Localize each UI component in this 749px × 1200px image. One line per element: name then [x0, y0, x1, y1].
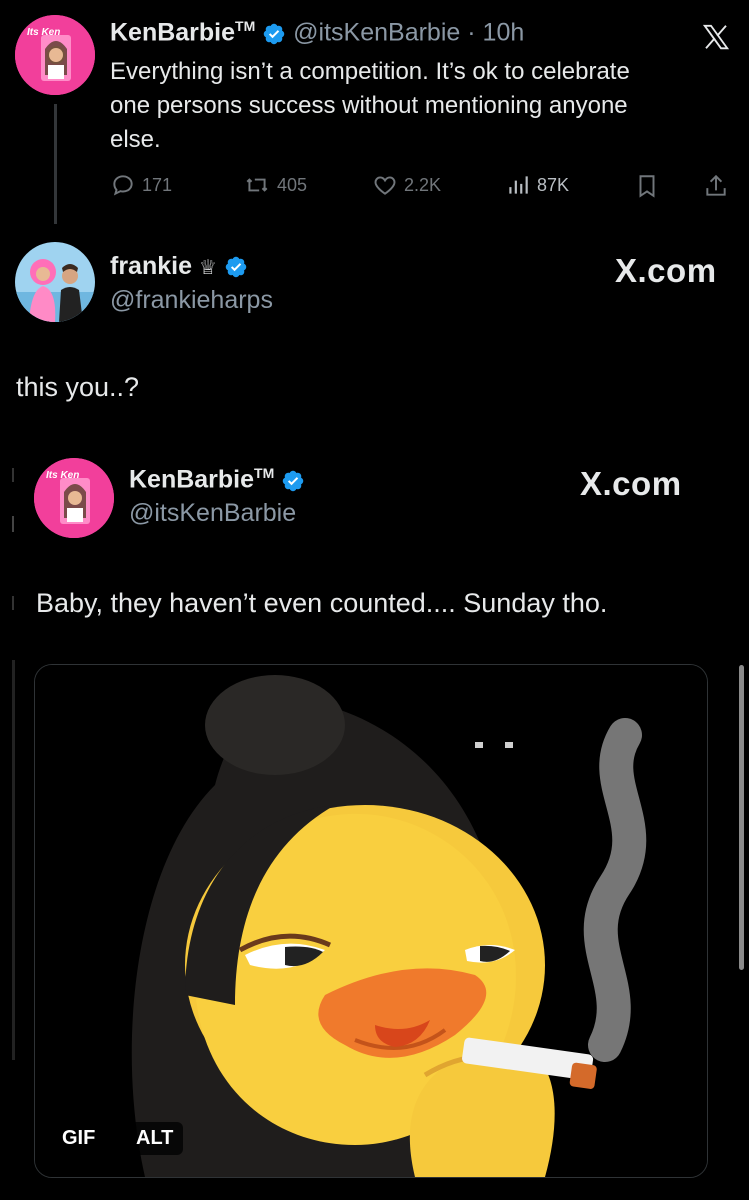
tweet2-text: this you..? — [16, 372, 140, 402]
display-name[interactable]: KenBarbie — [110, 18, 235, 46]
retweet-icon — [246, 178, 268, 192]
gif-media[interactable]: GIF ALT — [34, 664, 708, 1178]
views-chart-icon — [509, 176, 528, 194]
like-count: 2.2K — [404, 174, 442, 195]
views-count: 87K — [537, 174, 570, 195]
verified-badge-icon — [225, 257, 247, 278]
tweet-text-line: one persons success without mentioning a… — [110, 92, 628, 119]
handle[interactable]: @frankieharps — [110, 286, 273, 315]
quote-left-marker — [12, 468, 14, 482]
frankie-avatar[interactable] — [15, 242, 95, 322]
bookmark-icon[interactable] — [634, 173, 660, 199]
reply-icon — [113, 175, 133, 196]
share-icon[interactable] — [703, 173, 729, 199]
tm-mark: TM — [254, 465, 275, 481]
tweet1-header: KenBarbieTM @itsKenBarbie · 10h — [110, 18, 524, 47]
source-label[interactable]: X.com — [615, 252, 717, 290]
source-label[interactable]: X.com — [580, 465, 682, 503]
alt-text-button[interactable]: ALT — [126, 1122, 184, 1155]
verified-badge-icon — [282, 470, 304, 491]
reply-button[interactable]: 171 — [110, 172, 172, 198]
gif-badge: GIF — [52, 1122, 106, 1155]
tweet-text-line: else. — [110, 126, 161, 153]
avatar-logo-text: Its Ken — [27, 27, 61, 38]
duck-gif-image — [35, 665, 707, 1177]
handle[interactable]: @itsKenBarbie — [293, 18, 460, 46]
retweet-count: 405 — [277, 174, 308, 195]
avatar-logo-text: Its Ken — [46, 470, 80, 481]
verified-badge-icon — [263, 23, 285, 44]
quote-left-marker — [12, 660, 15, 1060]
thread-connector — [54, 104, 57, 224]
quoted-text: Baby, they haven’t even counted.... Sund… — [36, 588, 608, 618]
ken-avatar[interactable]: Its Ken — [34, 458, 114, 538]
crown-emoji: ♕ — [198, 257, 217, 279]
timestamp[interactable]: 10h — [483, 18, 525, 46]
display-name[interactable]: KenBarbie — [129, 465, 254, 493]
retweet-button[interactable]: 405 — [243, 172, 307, 198]
tweet2-header: frankie ♕ — [110, 252, 248, 281]
scrollbar-thumb[interactable] — [739, 665, 744, 970]
quote-left-marker — [12, 596, 14, 610]
handle[interactable]: @itsKenBarbie — [129, 499, 296, 528]
views-button[interactable]: 87K — [505, 172, 569, 198]
tweet1-body: Everything isn’t a competition. It’s ok … — [110, 55, 730, 157]
separator: · — [467, 18, 476, 47]
x-logo-icon[interactable] — [700, 22, 732, 52]
quote-left-marker — [12, 516, 14, 532]
tm-mark: TM — [235, 18, 256, 34]
heart-icon — [374, 176, 396, 195]
display-name[interactable]: frankie — [110, 252, 192, 280]
tweet-text-line: Everything isn’t a competition. It’s ok … — [110, 58, 630, 85]
like-button[interactable]: 2.2K — [372, 172, 441, 198]
ken-avatar[interactable]: Its Ken — [15, 15, 95, 95]
quoted-header: KenBarbieTM — [129, 465, 305, 494]
reply-count: 171 — [142, 174, 173, 195]
